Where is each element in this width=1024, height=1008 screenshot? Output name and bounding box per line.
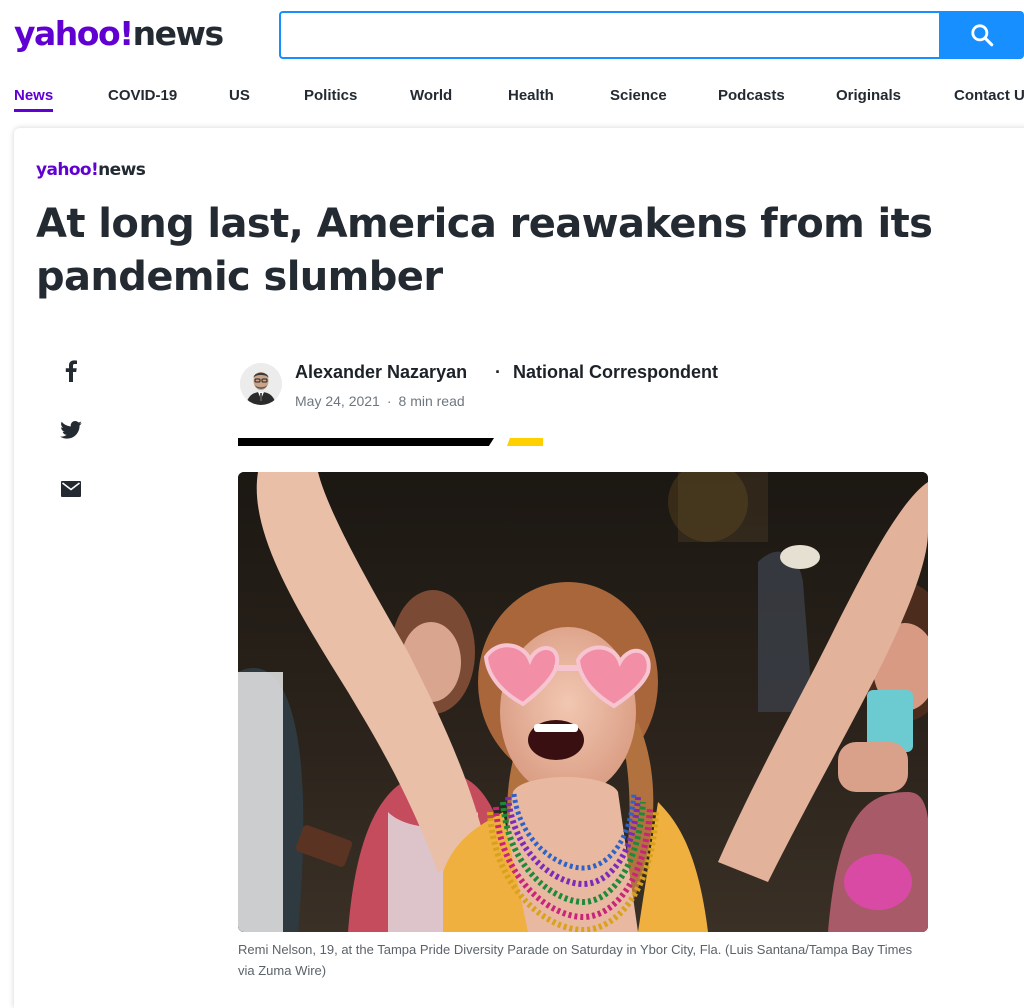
nav-item-contact[interactable]: Contact U xyxy=(954,87,1024,104)
source-brand: yahoo! xyxy=(36,160,99,180)
meta-separator: · xyxy=(386,393,392,409)
parade-photo xyxy=(238,472,928,932)
source-section: news xyxy=(98,160,146,180)
nav-item-covid-19[interactable]: COVID-19 xyxy=(108,87,177,104)
search-box xyxy=(279,11,941,59)
article-source-logo[interactable]: yahoo!news xyxy=(36,160,146,180)
site-header: yahoo!news xyxy=(0,0,1024,70)
nav-item-science[interactable]: Science xyxy=(610,87,667,104)
nav-item-podcasts[interactable]: Podcasts xyxy=(718,87,785,104)
author-photo xyxy=(240,363,282,405)
publish-date: May 24, 2021 xyxy=(295,393,380,409)
nav-item-news[interactable]: News xyxy=(14,87,54,112)
byline-separator: · xyxy=(495,362,501,382)
author-avatar[interactable] xyxy=(240,363,282,405)
author-title: National Correspondent xyxy=(513,362,719,382)
share-facebook-button[interactable] xyxy=(58,358,84,384)
divider-accent xyxy=(507,438,543,446)
article-meta: May 24, 2021 · 8 min read xyxy=(295,393,465,409)
nav-item-health[interactable]: Health xyxy=(508,87,554,104)
author-name[interactable]: Alexander Nazaryan xyxy=(295,362,467,383)
article-hero-image[interactable] xyxy=(238,472,928,932)
yahoo-news-logo[interactable]: yahoo!news xyxy=(14,14,225,54)
facebook-icon xyxy=(65,360,77,382)
divider-bar xyxy=(238,438,494,446)
search-button[interactable] xyxy=(939,11,1024,59)
nav-item-politics[interactable]: Politics xyxy=(304,87,357,104)
nav-item-world[interactable]: World xyxy=(410,87,452,104)
mail-icon xyxy=(61,481,81,497)
article-headline: At long last, America reawakens from its… xyxy=(36,201,933,300)
search-input[interactable] xyxy=(281,13,941,57)
nav-item-us[interactable]: US xyxy=(229,87,250,104)
share-twitter-button[interactable] xyxy=(58,417,84,443)
nav-item-originals[interactable]: Originals xyxy=(836,87,901,104)
logo-section: news xyxy=(132,14,225,53)
twitter-icon xyxy=(60,421,82,439)
search-icon xyxy=(970,24,993,47)
read-time: 8 min read xyxy=(398,393,465,409)
logo-brand: yahoo! xyxy=(14,14,134,53)
photo-caption: Remi Nelson, 19, at the Tampa Pride Dive… xyxy=(238,942,913,978)
main-nav: News COVID-19 US Politics World Health S… xyxy=(0,70,1024,120)
share-email-button[interactable] xyxy=(58,476,84,502)
